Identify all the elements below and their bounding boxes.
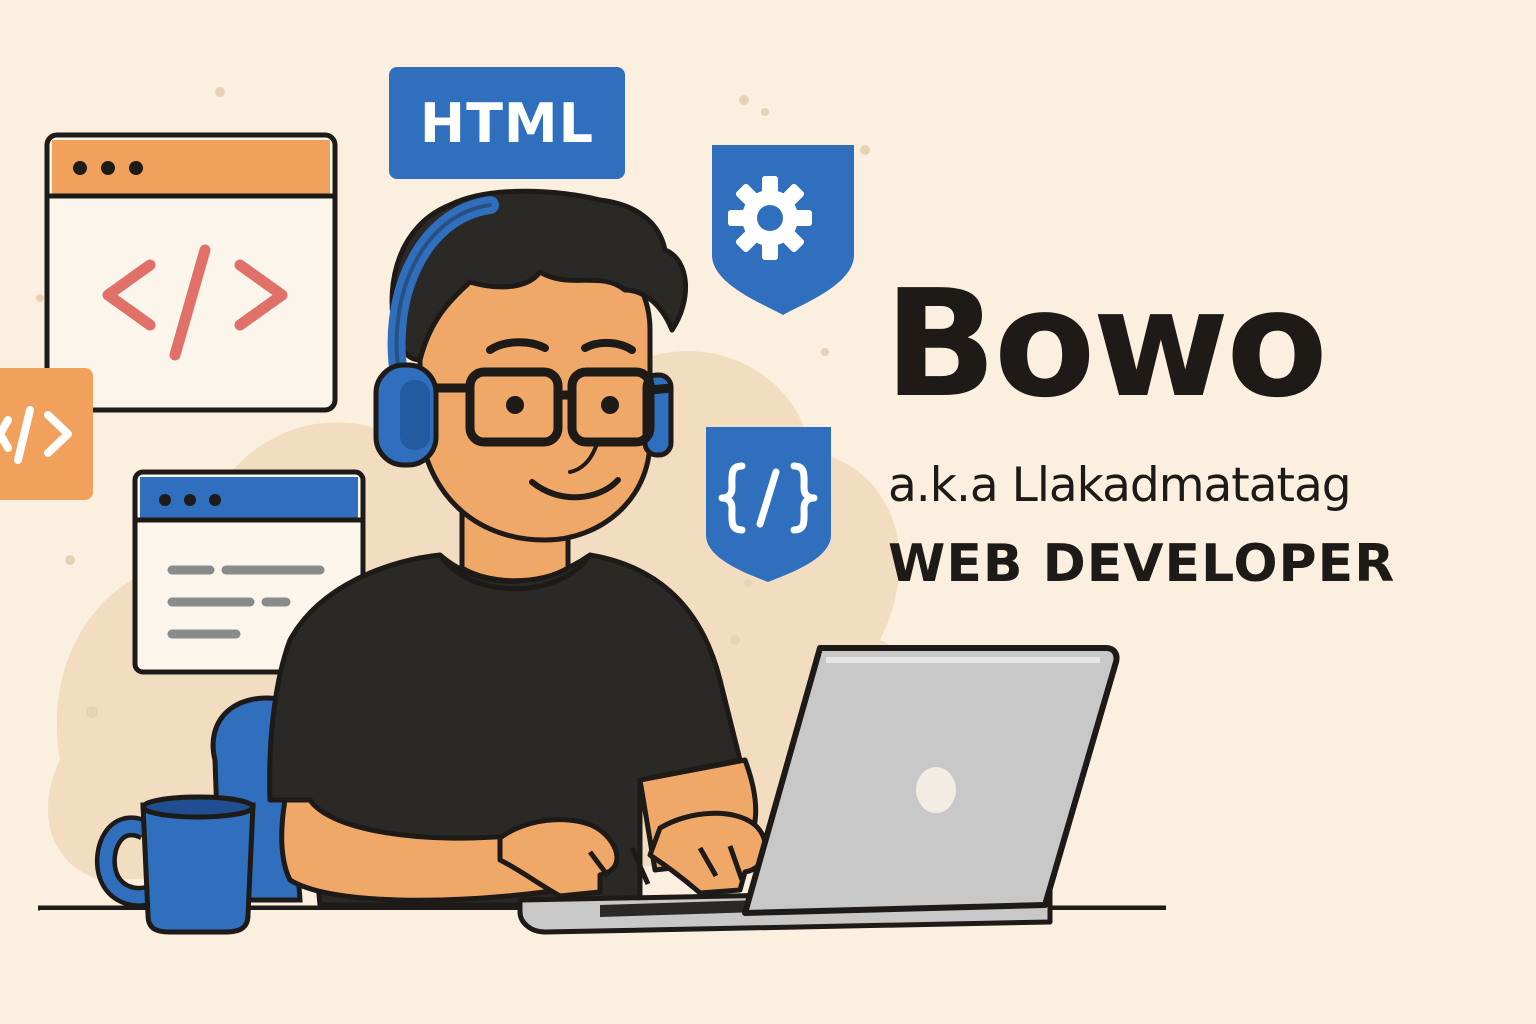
braces-shield [706, 427, 831, 582]
side-code-tag [0, 368, 93, 500]
developer-alias: a.k.a Llakadmatatag [888, 458, 1352, 513]
html-badge-label: HTML [419, 91, 595, 155]
developer-role: WEB DEVELOPER [888, 534, 1396, 594]
laptop-logo [916, 767, 956, 813]
code-window [44, 132, 338, 413]
gear-icon [728, 176, 812, 260]
developer-name: Bowo [884, 258, 1328, 430]
gear-shield [712, 145, 854, 315]
